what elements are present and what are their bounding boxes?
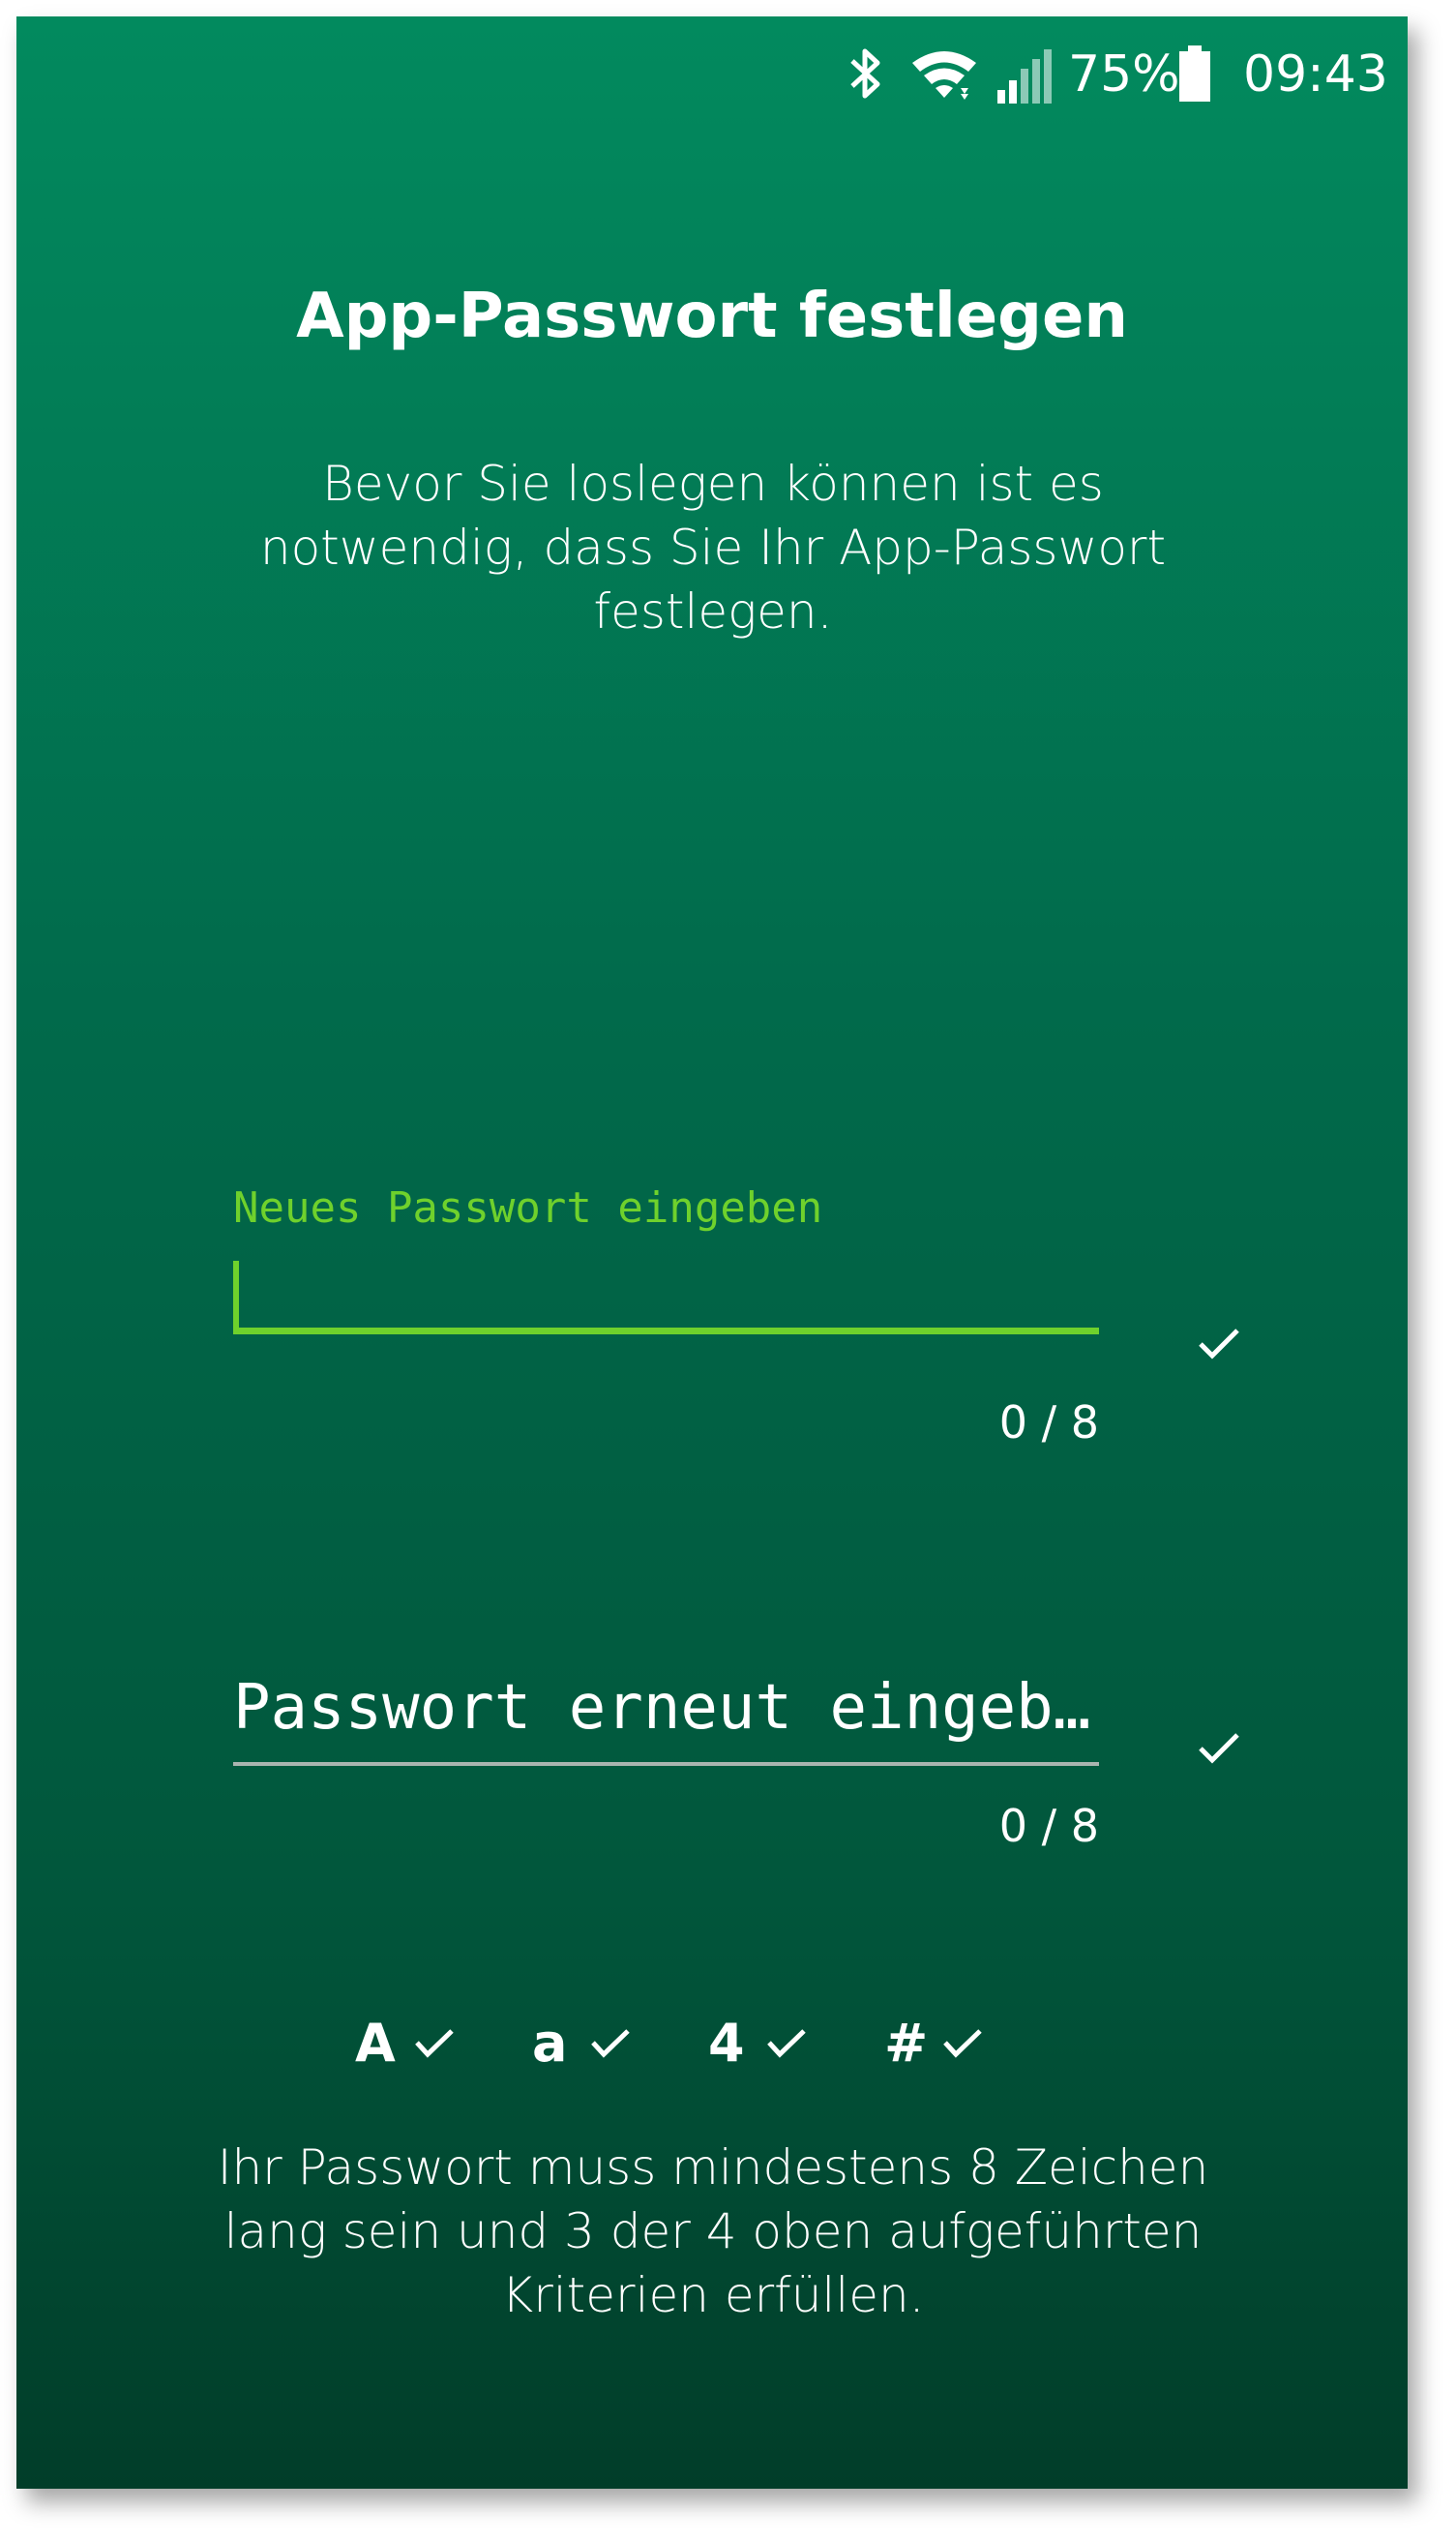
intro-text: Bevor Sie loslegen können ist es notwend… xyxy=(259,456,1167,640)
text-cursor xyxy=(233,1261,239,1329)
criteria-uppercase-check-icon xyxy=(415,2029,454,2058)
criteria-uppercase: A xyxy=(355,2013,396,2074)
criteria-digit-check-icon xyxy=(767,2029,806,2058)
confirm-password-counter: 0 / 8 xyxy=(998,1800,1099,1852)
criteria-special-check-icon xyxy=(943,2029,982,2058)
page-title: App-Passwort festlegen xyxy=(296,281,1128,352)
password-rules-text: Ihr Passwort muss mindestens 8 Zeichen l… xyxy=(217,2139,1209,2323)
new-password-counter: 0 / 8 xyxy=(998,1396,1099,1449)
new-password-label: Neues Passwort eingeben xyxy=(233,1183,823,1233)
battery-icon xyxy=(1179,45,1210,102)
clock: 09:43 xyxy=(1243,45,1388,104)
new-password-check-icon xyxy=(1199,1329,1239,1360)
criteria-special: # xyxy=(884,2013,929,2074)
password-criteria: A a 4 # xyxy=(16,2010,1408,2077)
new-password-input[interactable] xyxy=(233,1253,1099,1334)
app-screen: 75% 09:43 App-Passwort festlegen Bevor S… xyxy=(16,16,1408,2489)
confirm-password-input[interactable]: Passwort erneut eingeb… xyxy=(233,1661,1099,1766)
criteria-lowercase: a xyxy=(532,2013,568,2074)
bluetooth-icon xyxy=(850,48,880,99)
criteria-lowercase-check-icon xyxy=(591,2029,630,2058)
confirm-password-check-icon xyxy=(1199,1733,1239,1764)
criteria-digit: 4 xyxy=(708,2013,745,2074)
wifi-icon xyxy=(912,51,976,100)
status-bar: 75% 09:43 xyxy=(16,16,1408,113)
signal-icon xyxy=(997,49,1052,104)
battery-percent: 75% xyxy=(1068,45,1180,104)
